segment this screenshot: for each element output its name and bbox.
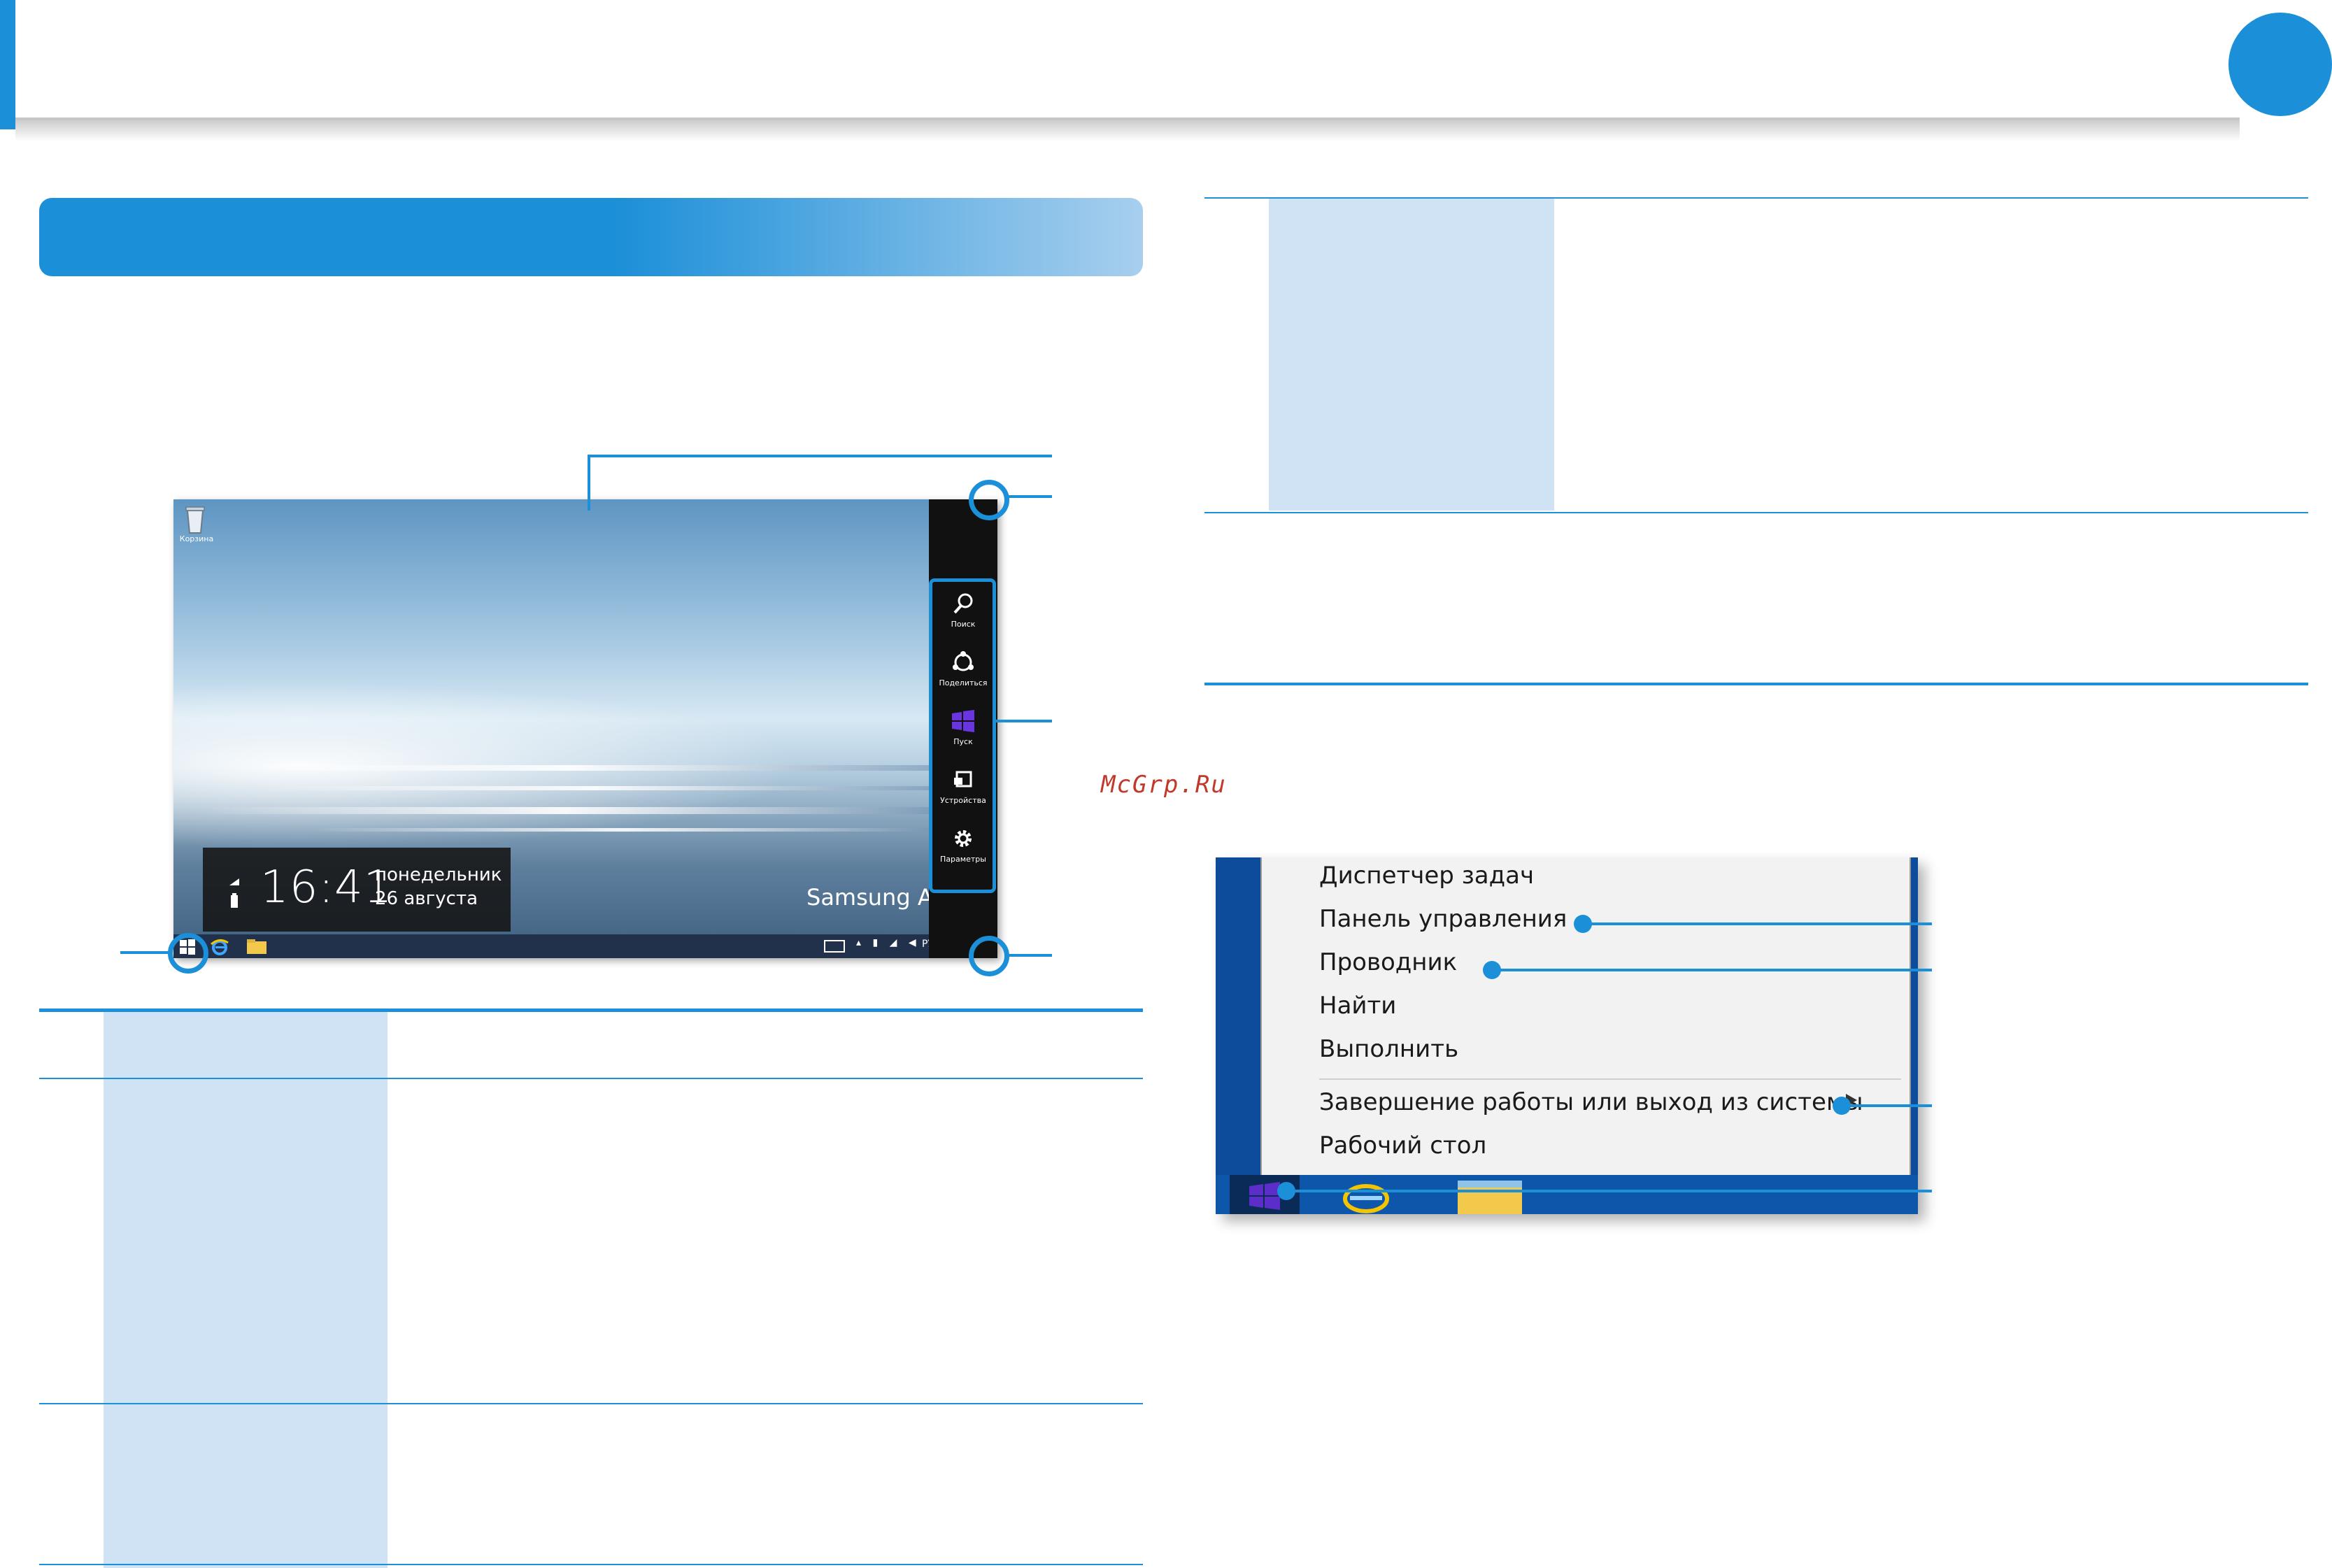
- clock-time: 16:41: [260, 862, 393, 913]
- section-title-banner: [39, 198, 1143, 276]
- table-label-column: [1269, 199, 1554, 511]
- callout-line-explorer: [1491, 969, 1932, 971]
- callout-line-desktop: [588, 455, 590, 511]
- table-bottom-rule: [39, 1564, 1143, 1565]
- clock-panel: 16:41 понедельник 26 августа: [203, 848, 511, 932]
- page-number-badge: [2228, 13, 2332, 116]
- menu-item-desktop[interactable]: Рабочий стол: [1319, 1132, 1486, 1160]
- menu-item-shutdown[interactable]: Завершение работы или выход из системы: [1319, 1088, 1863, 1116]
- light-streak: [257, 786, 929, 790]
- recycle-bin-icon[interactable]: [183, 504, 207, 534]
- header-divider: [15, 117, 2240, 120]
- callout-line-shutdown: [1841, 1104, 1932, 1107]
- menu-item-search[interactable]: Найти: [1319, 992, 1396, 1020]
- file-explorer-icon[interactable]: [246, 939, 267, 955]
- menu-item-explorer[interactable]: Проводник: [1319, 948, 1457, 976]
- table-row-divider: [39, 1403, 1143, 1404]
- header-shadow: [15, 117, 2240, 141]
- callout-circle-top-corner: [969, 480, 1009, 520]
- callout-line-start: [1286, 1190, 1932, 1192]
- network-battery-icon: [229, 878, 239, 908]
- callout-circle-start: [168, 933, 208, 974]
- light-streak: [201, 807, 929, 814]
- callout-line-control-panel: [1582, 922, 1932, 925]
- file-explorer-icon[interactable]: [1456, 1179, 1523, 1214]
- recycle-bin-label: Корзина: [179, 534, 214, 543]
- taskbar: ▴ ▮ ◢ ◀ РУ: [173, 934, 997, 958]
- callout-line-desktop: [588, 455, 1052, 457]
- watermark: McGrp.Ru: [1101, 771, 1227, 799]
- taskbar: [1216, 1175, 1918, 1214]
- callout-line-bottom-corner: [1007, 954, 1052, 957]
- table-row-divider: [1204, 512, 2308, 513]
- menu-item-task-manager[interactable]: Диспетчер задач: [1319, 862, 1534, 890]
- menu-item-run[interactable]: Выполнить: [1319, 1035, 1458, 1063]
- table-bottom-rule: [1204, 683, 2308, 685]
- light-streak: [313, 828, 929, 832]
- callout-line-start: [120, 951, 169, 954]
- clock-date: 26 августа: [375, 888, 478, 909]
- internet-explorer-icon[interactable]: [210, 937, 229, 957]
- callout-line-charms: [993, 720, 1052, 722]
- keyboard-icon[interactable]: [824, 940, 845, 953]
- table-row-divider: [39, 1078, 1143, 1079]
- menu-item-control-panel[interactable]: Панель управления: [1319, 905, 1567, 933]
- tray-icons[interactable]: ▴ ▮ ◢ ◀: [856, 937, 920, 948]
- context-menu: Диспетчер задач Панель управления Провод…: [1260, 857, 1911, 1176]
- context-menu-screenshot: Диспетчер задач Панель управления Провод…: [1216, 857, 1918, 1214]
- header-accent-bar: [0, 0, 15, 129]
- callout-circle-bottom-corner: [969, 936, 1009, 976]
- light-streak: [215, 765, 929, 771]
- callout-line-top-corner: [1007, 495, 1052, 498]
- clock-day: понедельник: [375, 864, 502, 885]
- internet-explorer-icon[interactable]: [1336, 1178, 1396, 1214]
- callout-charms-box: [929, 578, 996, 893]
- menu-separator: [1319, 1078, 1901, 1080]
- table-label-column: [104, 1012, 388, 1568]
- windows-logo-icon: [1249, 1182, 1280, 1210]
- desktop-screenshot: Корзина 16:41 понедельник 26 августа Sam…: [173, 499, 997, 958]
